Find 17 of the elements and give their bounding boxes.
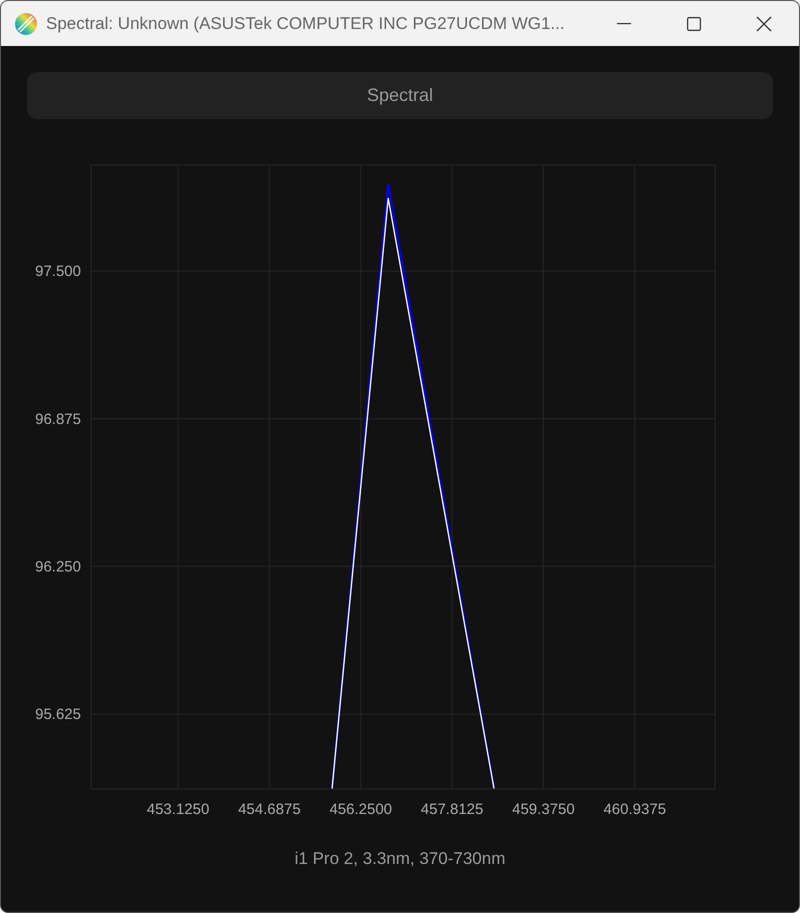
y-tick-label: 95.625: [35, 706, 81, 724]
instrument-info: i1 Pro 2, 3.3nm, 370-730nm: [294, 849, 506, 869]
y-tick-label: 96.875: [35, 410, 81, 428]
maximize-icon: [687, 16, 701, 30]
y-tick-label: 96.250: [35, 558, 81, 576]
spectral-mode-button[interactable]: Spectral: [27, 72, 773, 119]
x-tick-label: 457.8125: [420, 801, 484, 818]
x-tick-label: 454.6875: [238, 801, 301, 818]
x-tick-label: 460.9375: [603, 801, 666, 818]
minimize-icon: [617, 22, 631, 24]
app-logo-icon: [14, 12, 38, 36]
x-tick-label: 453.1250: [146, 801, 210, 818]
x-tick-label: 459.3750: [512, 801, 575, 818]
close-icon: [756, 16, 772, 32]
y-tick-label: 97.500: [35, 263, 81, 280]
x-tick-label: 456.2500: [329, 801, 392, 818]
window-title: Spectral: Unknown (ASUSTek COMPUTER INC PG27UCDM WG1...: [46, 14, 566, 34]
